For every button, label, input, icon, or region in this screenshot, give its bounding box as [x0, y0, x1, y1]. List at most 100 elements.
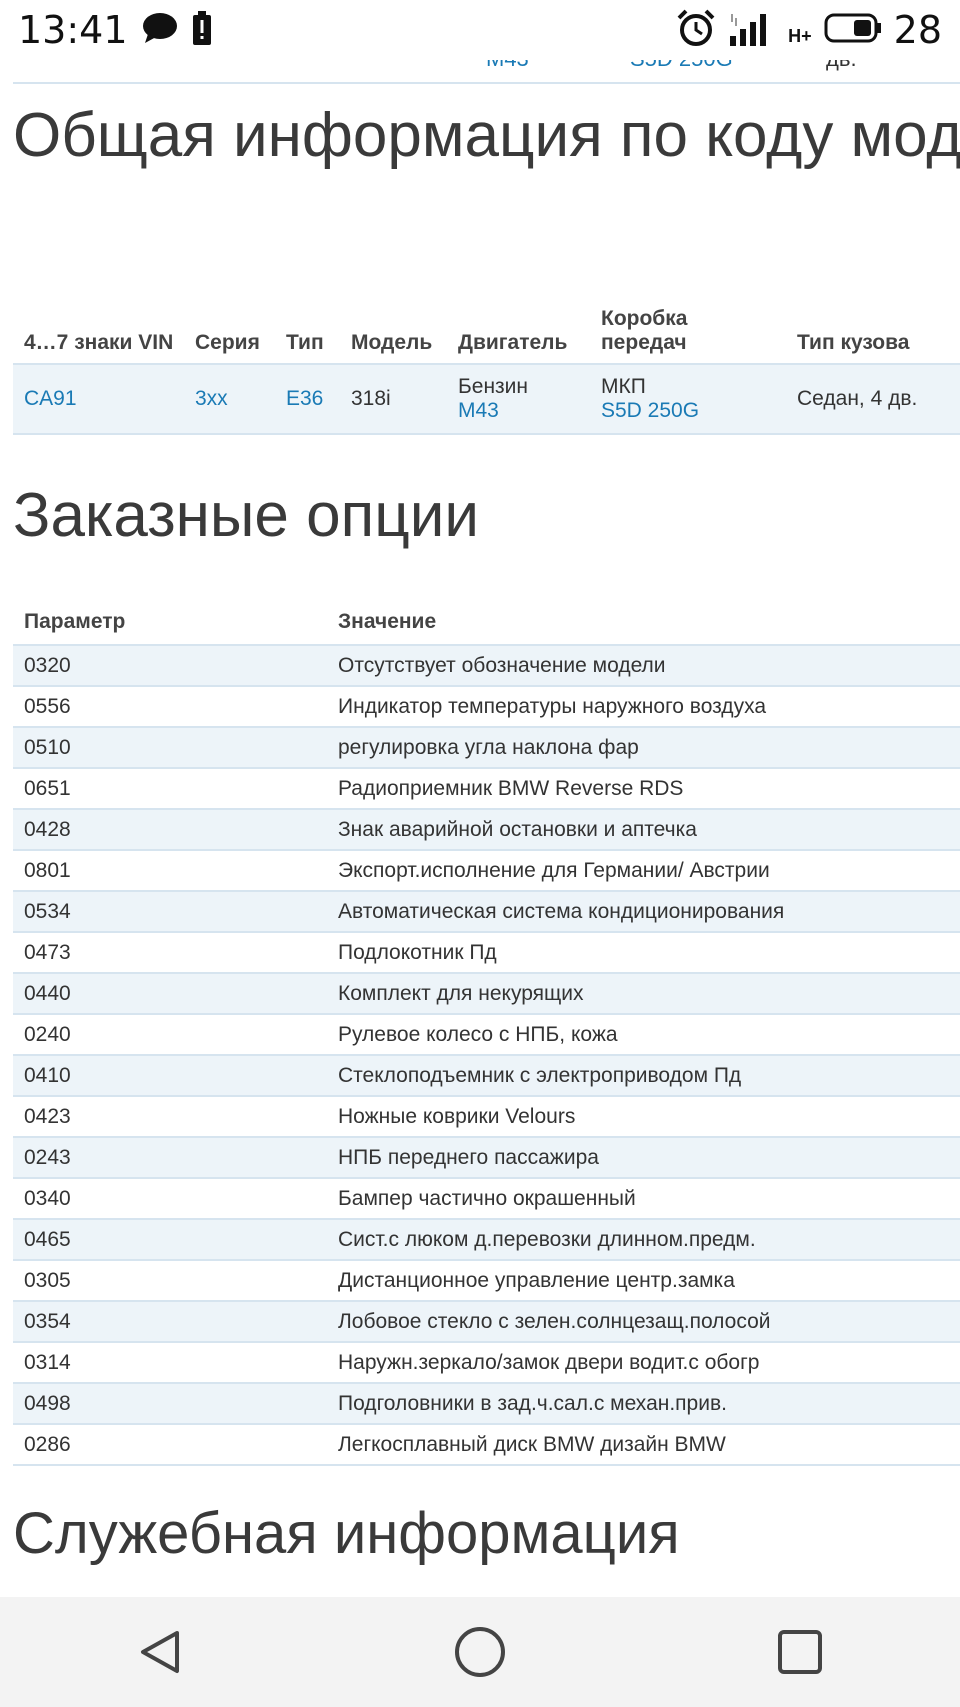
table-header-row: 4…7 знаки VIN Серия Тип Модель Двигатель… [13, 295, 960, 365]
recents-icon [778, 1630, 822, 1674]
table-row: 0305 Дистанционное управление центр.замка [13, 1260, 960, 1302]
battery-icon [824, 13, 882, 48]
engine-link-cut[interactable]: M43 [486, 60, 529, 72]
back-button[interactable] [120, 1612, 200, 1692]
signal-icon [728, 10, 776, 51]
vin-link[interactable]: CA91 [24, 387, 77, 410]
option-code: 0473 [13, 932, 327, 974]
header-engine: Двигатель [447, 295, 590, 365]
option-description: Знак аварийной остановки и аптечка [327, 809, 960, 851]
status-bar: 13:41 H+ 28 [0, 0, 960, 60]
table-row: 0534 Автоматическая система кондициониров… [13, 891, 960, 933]
table-row: 0340 Бампер частично окрашенный [13, 1178, 960, 1220]
chat-bubble-icon [142, 12, 178, 49]
gearbox-link-cut[interactable]: S5D 250G [630, 60, 733, 72]
table-row: 0465 Сист.с люком д.перевозки длинном.пре… [13, 1219, 960, 1261]
option-code: 0354 [13, 1301, 327, 1343]
option-description: Отсутствует обозначение модели [327, 645, 960, 687]
service-info-heading: Служебная информация [13, 1501, 680, 1566]
option-description: НПБ переднего пассажира [327, 1137, 960, 1179]
table-row: 0240 Рулевое колесо с НПБ, кожа [13, 1014, 960, 1056]
type-link[interactable]: E36 [286, 387, 323, 410]
option-description: Подлокотник Пд [327, 932, 960, 974]
option-description: Сист.с люком д.перевозки длинном.предм. [327, 1219, 960, 1261]
table-row: 0440 Комплект для некурящих [13, 973, 960, 1015]
option-description: регулировка угла наклона фар [327, 727, 960, 769]
back-icon [141, 1631, 179, 1673]
option-description: Подголовники в зад.ч.сал.с механ.прив. [327, 1383, 960, 1425]
table-row: 0320 Отсутствует обозначение модели [13, 645, 960, 687]
option-description: Ножные коврики Velours [327, 1096, 960, 1138]
header-body: Тип кузова [786, 295, 960, 365]
model-code-table: 4…7 знаки VIN Серия Тип Модель Двигатель… [13, 295, 960, 435]
option-code: 0240 [13, 1014, 327, 1056]
header-series: Серия [184, 295, 275, 365]
header-gearbox: Коробка передач [590, 295, 786, 365]
option-code: 0510 [13, 727, 327, 769]
options-table: Параметр Значение 0320 Отсутствует обозна… [13, 600, 960, 1466]
option-code: 0428 [13, 809, 327, 851]
table-row: 0423 Ножные коврики Velours [13, 1096, 960, 1138]
gearbox-link[interactable]: S5D 250G [601, 399, 776, 423]
engine-fuel: Бензин [458, 375, 529, 398]
option-description: Экспорт.исполнение для Германии/ Австрии [327, 850, 960, 892]
series-link[interactable]: 3xx [195, 387, 228, 410]
option-description: Индикатор температуры наружного воздуха [327, 686, 960, 728]
table-row: 0314 Наружн.зеркало/замок двери водит.с о… [13, 1342, 960, 1384]
table-row: 0410 Стеклоподъемник с электроприводом Пд [13, 1055, 960, 1097]
body-cut: дв. [826, 60, 857, 72]
option-code: 0340 [13, 1178, 327, 1220]
table-row: CA91 3xx E36 318i Бензин M43 МКП S5D 250… [13, 364, 960, 435]
option-description: Легкосплавный диск BMW дизайн BMW [327, 1424, 960, 1466]
option-code: 0243 [13, 1137, 327, 1179]
table-row: 0510 регулировка угла наклона фар [13, 727, 960, 769]
option-description: Дистанционное управление центр.замка [327, 1260, 960, 1302]
cut-table-row: M43 S5D 250G дв. [13, 60, 960, 84]
table-row: 0556 Индикатор температуры наружного возд… [13, 686, 960, 728]
option-code: 0314 [13, 1342, 327, 1384]
option-code: 0498 [13, 1383, 327, 1425]
option-code: 0320 [13, 645, 327, 687]
model-value: 318i [351, 387, 391, 410]
option-code: 0651 [13, 768, 327, 810]
table-row: 0651 Радиоприемник BMW Reverse RDS [13, 768, 960, 810]
options-heading: Заказные опции [13, 481, 479, 550]
table-row: 0428 Знак аварийной остановки и аптечка [13, 809, 960, 851]
option-description: Радиоприемник BMW Reverse RDS [327, 768, 960, 810]
option-code: 0305 [13, 1260, 327, 1302]
navigation-bar [0, 1597, 960, 1707]
option-code: 0801 [13, 850, 327, 892]
recents-button[interactable] [760, 1612, 840, 1692]
option-code: 0465 [13, 1219, 327, 1261]
option-code: 0410 [13, 1055, 327, 1097]
table-row: 0498 Подголовники в зад.ч.сал.с механ.при… [13, 1383, 960, 1425]
battery-alert-icon [192, 10, 212, 50]
home-icon [455, 1627, 505, 1677]
table-row: 0473 Подлокотник Пд [13, 932, 960, 974]
header-vin: 4…7 знаки VIN [13, 295, 184, 365]
battery-level: 28 [893, 8, 942, 52]
option-description: Рулевое колесо с НПБ, кожа [327, 1014, 960, 1056]
option-code: 0423 [13, 1096, 327, 1138]
option-description: Автоматическая система кондиционирования [327, 891, 960, 933]
header-value: Значение [327, 600, 960, 646]
status-time: 13:41 [18, 8, 128, 52]
option-description: Лобовое стекло с зелен.солнцезащ.полосой [327, 1301, 960, 1343]
table-row: 0243 НПБ переднего пассажира [13, 1137, 960, 1179]
home-button[interactable] [440, 1612, 520, 1692]
option-code: 0534 [13, 891, 327, 933]
table-row: 0286 Легкосплавный диск BMW дизайн BMW [13, 1424, 960, 1466]
header-model: Модель [340, 295, 447, 365]
general-info-heading: Общая информация по коду мод [13, 101, 960, 170]
option-description: Стеклоподъемник с электроприводом Пд [327, 1055, 960, 1097]
network-type: H+ [788, 25, 812, 46]
option-description: Комплект для некурящих [327, 973, 960, 1015]
header-type: Тип [275, 295, 340, 365]
option-code: 0440 [13, 973, 327, 1015]
body-value: Седан, 4 дв. [797, 387, 918, 410]
header-parameter: Параметр [13, 600, 327, 646]
engine-link[interactable]: M43 [458, 399, 580, 423]
alarm-clock-icon [676, 8, 716, 53]
option-code: 0286 [13, 1424, 327, 1466]
table-header-row: Параметр Значение [13, 600, 960, 646]
